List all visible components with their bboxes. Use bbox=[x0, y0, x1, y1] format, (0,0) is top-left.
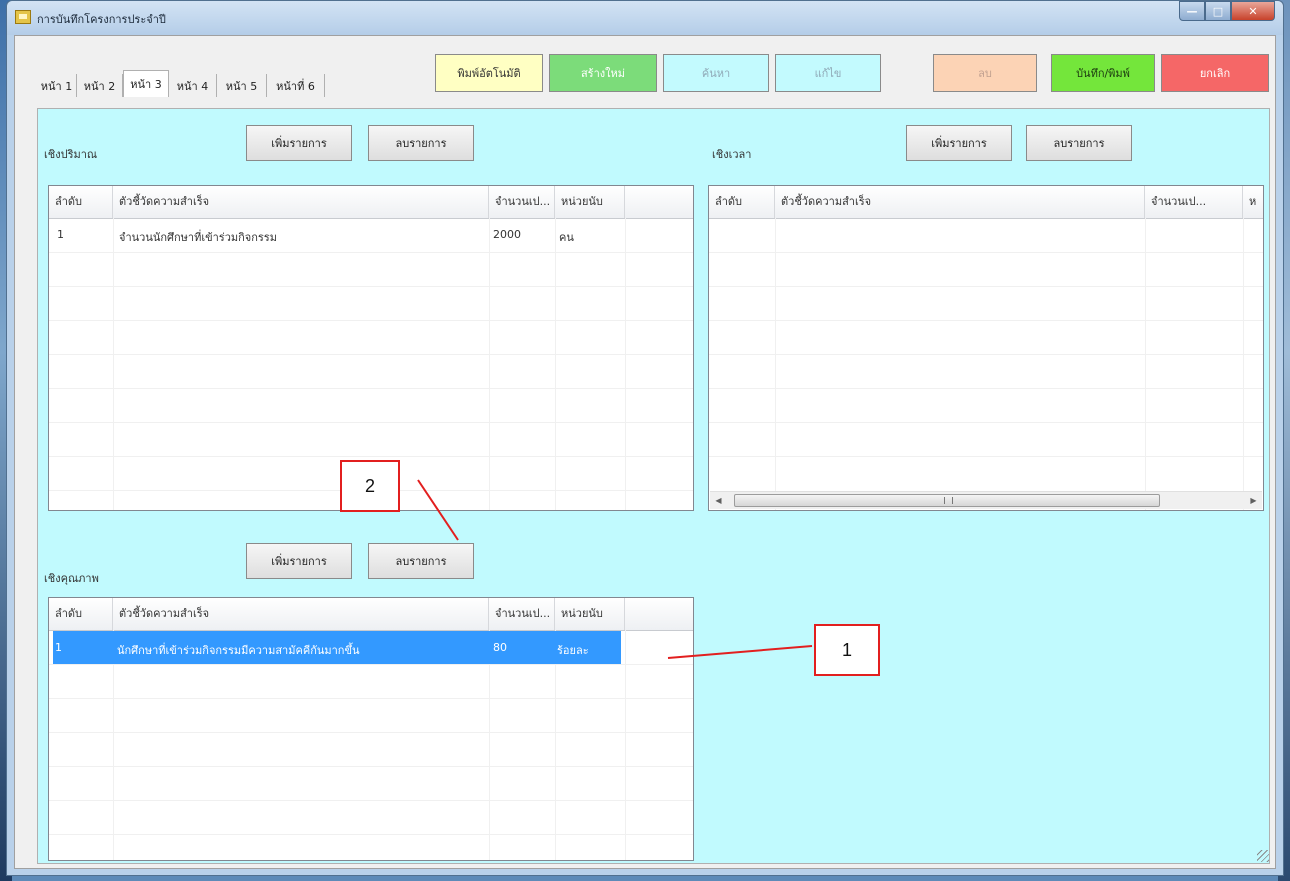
tab-page-6[interactable]: หน้าที่ 6 bbox=[267, 74, 325, 97]
quality-remove-button[interactable]: ลบรายการ bbox=[368, 543, 474, 579]
cell-unit: ร้อยละ bbox=[557, 644, 589, 657]
minimize-icon: — bbox=[1186, 4, 1198, 18]
scroll-grip-icon bbox=[944, 497, 953, 504]
app-icon bbox=[15, 10, 31, 24]
quality-grid-header: ลำดับ ตัวชี้วัดความสำเร็จ จำนวนเป... หน่… bbox=[49, 598, 693, 631]
cell-amount: 80 bbox=[493, 641, 507, 654]
scroll-left-icon[interactable]: ◀ bbox=[710, 492, 727, 509]
column-header-unit[interactable]: หน่วยนับ bbox=[555, 186, 625, 218]
time-label: เชิงเวลา bbox=[712, 148, 752, 161]
column-header-no[interactable]: ลำดับ bbox=[49, 186, 113, 218]
time-grid-header: ลำดับ ตัวชี้วัดความสำเร็จ จำนวนเป... ห bbox=[709, 186, 1263, 219]
quantity-label: เชิงปริมาณ bbox=[44, 148, 98, 161]
callout-2: 2 bbox=[340, 460, 400, 512]
column-header-indicator[interactable]: ตัวชี้วัดความสำเร็จ bbox=[113, 186, 489, 218]
scroll-right-icon[interactable]: ▶ bbox=[1245, 492, 1262, 509]
quality-grid[interactable]: ลำดับ ตัวชี้วัดความสำเร็จ จำนวนเป... หน่… bbox=[48, 597, 694, 861]
cell-unit: คน bbox=[559, 231, 574, 244]
window-controls: — □ ✕ bbox=[1179, 1, 1275, 21]
column-header-amount[interactable]: จำนวนเป... bbox=[489, 598, 555, 630]
cell-indicator: นักศึกษาที่เข้าร่วมกิจกรรมมีความสามัคคีก… bbox=[117, 644, 360, 657]
client-area: หน้า 1 หน้า 2 หน้า 3 หน้า 4 หน้า 5 หน้าท… bbox=[14, 35, 1276, 869]
delete-button[interactable]: ลบ bbox=[933, 54, 1037, 92]
save-print-button[interactable]: บันทึก/พิมพ์ bbox=[1051, 54, 1155, 92]
maximize-button[interactable]: □ bbox=[1205, 1, 1231, 21]
cell-no: 1 bbox=[57, 228, 64, 241]
quality-add-button[interactable]: เพิ่มรายการ bbox=[246, 543, 352, 579]
tab-page-3[interactable]: หน้า 3 bbox=[123, 70, 169, 97]
close-button[interactable]: ✕ bbox=[1231, 1, 1275, 21]
column-header-no[interactable]: ลำดับ bbox=[49, 598, 113, 630]
cell-amount: 2000 bbox=[493, 228, 521, 241]
time-add-button[interactable]: เพิ่มรายการ bbox=[906, 125, 1012, 161]
window-title: การบันทึกโครงการประจำปี bbox=[37, 13, 166, 26]
column-header-amount[interactable]: จำนวนเป... bbox=[489, 186, 555, 218]
page-3-panel: เชิงปริมาณ เพิ่มรายการ ลบรายการ ลำดับ ตั… bbox=[37, 108, 1270, 864]
tab-page-5[interactable]: หน้า 5 bbox=[217, 74, 267, 97]
cancel-button[interactable]: ยกเลิก bbox=[1161, 54, 1269, 92]
minimize-button[interactable]: — bbox=[1179, 1, 1205, 21]
column-header-unit[interactable]: ห bbox=[1243, 186, 1263, 218]
main-window: การบันทึกโครงการประจำปี — □ ✕ หน้า 1 หน้… bbox=[6, 0, 1284, 876]
quantity-add-button[interactable]: เพิ่มรายการ bbox=[246, 125, 352, 161]
callout-1: 1 bbox=[814, 624, 880, 676]
edit-button[interactable]: แก้ไข bbox=[775, 54, 881, 92]
time-horizontal-scrollbar[interactable]: ◀ ▶ bbox=[710, 491, 1262, 509]
time-grid[interactable]: ลำดับ ตัวชี้วัดความสำเร็จ จำนวนเป... ห ◀ bbox=[708, 185, 1264, 511]
tab-page-4[interactable]: หน้า 4 bbox=[169, 74, 217, 97]
tab-page-2[interactable]: หน้า 2 bbox=[77, 74, 123, 97]
title-bar[interactable]: การบันทึกโครงการประจำปี — □ ✕ bbox=[7, 1, 1283, 35]
maximize-icon: □ bbox=[1212, 4, 1224, 18]
cell-indicator: จำนวนนักศึกษาที่เข้าร่วมกิจกรรม bbox=[119, 231, 277, 244]
time-remove-button[interactable]: ลบรายการ bbox=[1026, 125, 1132, 161]
column-header-indicator[interactable]: ตัวชี้วัดความสำเร็จ bbox=[775, 186, 1145, 218]
quantity-grid-header: ลำดับ ตัวชี้วัดความสำเร็จ จำนวนเป... หน่… bbox=[49, 186, 693, 219]
column-header-unit[interactable]: หน่วยนับ bbox=[555, 598, 625, 630]
print-approved-button[interactable]: พิมพ์อัตโนมัติ bbox=[435, 54, 543, 92]
quality-label: เชิงคุณภาพ bbox=[44, 572, 99, 585]
quantity-remove-button[interactable]: ลบรายการ bbox=[368, 125, 474, 161]
tab-page-1[interactable]: หน้า 1 bbox=[37, 74, 77, 97]
close-icon: ✕ bbox=[1248, 4, 1258, 18]
new-button[interactable]: สร้างใหม่ bbox=[549, 54, 657, 92]
search-button[interactable]: ค้นหา bbox=[663, 54, 769, 92]
resize-grip-icon[interactable] bbox=[1257, 850, 1269, 862]
scroll-thumb[interactable] bbox=[734, 494, 1160, 507]
column-header-amount[interactable]: จำนวนเป... bbox=[1145, 186, 1243, 218]
table-row-selected[interactable]: 1 นักศึกษาที่เข้าร่วมกิจกรรมมีความสามัคค… bbox=[53, 631, 621, 664]
column-header-no[interactable]: ลำดับ bbox=[709, 186, 775, 218]
cell-no: 1 bbox=[55, 641, 62, 654]
tab-strip: หน้า 1 หน้า 2 หน้า 3 หน้า 4 หน้า 5 หน้าท… bbox=[15, 36, 1277, 110]
column-header-indicator[interactable]: ตัวชี้วัดความสำเร็จ bbox=[113, 598, 489, 630]
